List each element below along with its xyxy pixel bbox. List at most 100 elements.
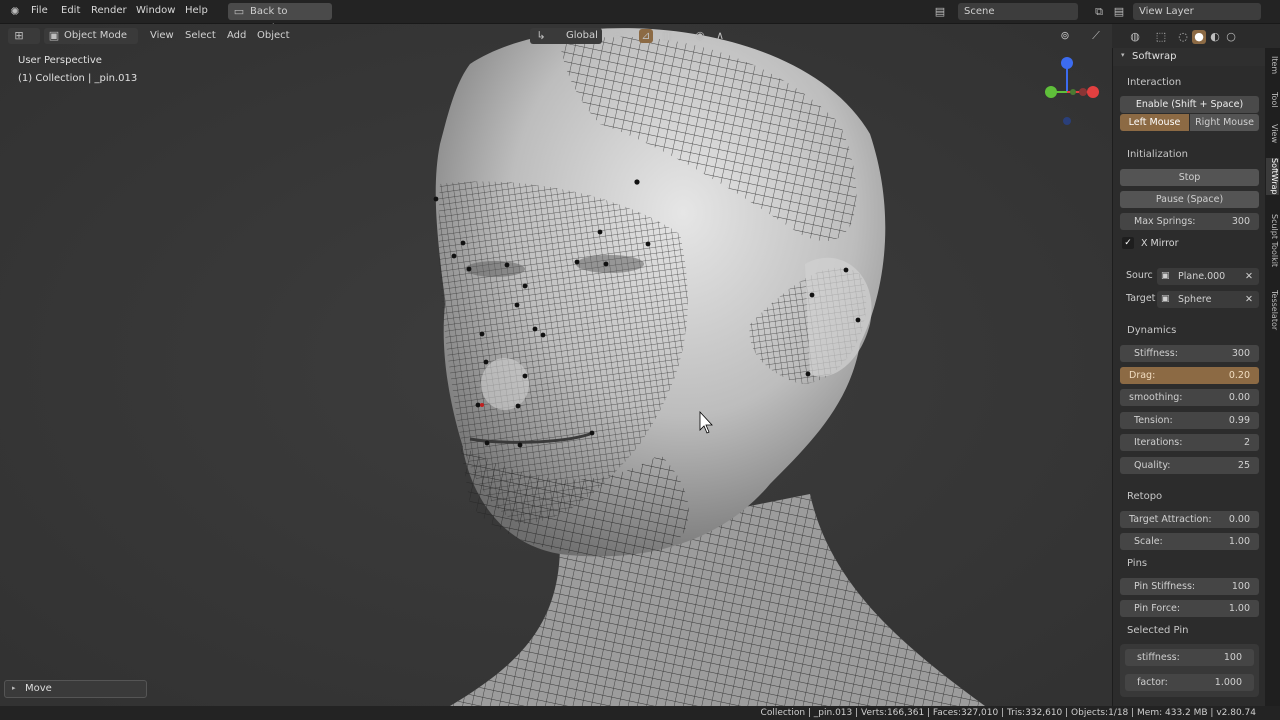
tension-field[interactable]: Tension: 0.99: [1120, 412, 1259, 429]
overlay-icon[interactable]: ◍: [1128, 30, 1142, 44]
max-springs-value: 300: [1231, 216, 1250, 227]
scene-label: Scene: [964, 6, 995, 17]
pivot-icon[interactable]: ⊕: [610, 29, 624, 43]
viewport-header: ⊞ ▣ Object Mode View Select Add Object ↳…: [0, 24, 1112, 48]
gizmo-toggle-icon[interactable]: ⟋: [1089, 29, 1103, 43]
pin-force-value: 1.00: [1228, 603, 1250, 614]
quality-field[interactable]: Quality: 25: [1120, 457, 1259, 474]
operator-panel-move[interactable]: ▸ Move: [4, 680, 147, 698]
drag-label: Drag:: [1129, 370, 1156, 381]
drag-field[interactable]: Drag: 0.20: [1120, 367, 1259, 384]
sidebar-tabs: Item Tool View SoftWrap Sculpt Toolkit T…: [1265, 48, 1280, 706]
tension-value: 0.99: [1228, 415, 1250, 426]
selected-pin-factor-field[interactable]: factor: 1.000: [1125, 674, 1254, 691]
quality-label: Quality:: [1134, 460, 1171, 471]
navigation-gizmo[interactable]: [1035, 52, 1105, 127]
wireframe-shading-icon[interactable]: ◌: [1176, 30, 1190, 44]
xray-icon[interactable]: ⬚: [1154, 30, 1168, 44]
menu-add[interactable]: Add: [227, 28, 246, 44]
falloff-icon[interactable]: ∧: [713, 29, 727, 43]
max-springs-label: Max Springs:: [1134, 216, 1196, 227]
scene-icon[interactable]: ▤: [933, 5, 947, 19]
max-springs-field[interactable]: Max Springs: 300: [1120, 213, 1259, 230]
snap-icon[interactable]: ⊿: [639, 29, 653, 43]
menu-render[interactable]: Render: [91, 5, 127, 16]
solid-shading-icon[interactable]: ●: [1192, 30, 1206, 44]
menu-view[interactable]: View: [150, 28, 174, 44]
expand-arrow-icon: ▸: [12, 684, 16, 692]
blender-logo-icon[interactable]: ✺: [8, 5, 22, 19]
target-attraction-label: Target Attraction:: [1129, 514, 1212, 525]
tab-view[interactable]: View: [1266, 124, 1279, 143]
enable-button[interactable]: Enable (Shift + Space): [1120, 96, 1259, 113]
source-object-field[interactable]: ▣ Plane.000 ✕: [1157, 268, 1259, 285]
proportional-edit-icon[interactable]: ◉: [693, 29, 707, 43]
object-icon: ▣: [1161, 271, 1170, 281]
target-object-field[interactable]: ▣ Sphere ✕: [1157, 291, 1259, 308]
menu-select[interactable]: Select: [185, 28, 216, 44]
copy-scene-icon[interactable]: ⧉: [1092, 5, 1106, 19]
scale-field[interactable]: Scale: 1.00: [1120, 533, 1259, 550]
pin-stiffness-field[interactable]: Pin Stiffness: 100: [1120, 578, 1259, 595]
menu-object[interactable]: Object: [257, 28, 290, 44]
pause-button[interactable]: Pause (Space): [1120, 191, 1259, 208]
x-mirror-label: X Mirror: [1141, 238, 1179, 249]
stiffness-field[interactable]: Stiffness: 300: [1120, 345, 1259, 362]
visibility-icon[interactable]: ⊚: [1058, 29, 1072, 43]
object-mode-dropdown[interactable]: ▣ Object Mode: [44, 28, 138, 44]
iterations-value: 2: [1243, 437, 1250, 448]
view-layer-selector[interactable]: View Layer: [1133, 3, 1261, 20]
scale-value: 1.00: [1228, 536, 1250, 547]
iterations-label: Iterations:: [1134, 437, 1183, 448]
x-mirror-checkbox[interactable]: ✓: [1122, 237, 1134, 249]
status-text: Collection | _pin.013 | Verts:166,361 | …: [760, 708, 1256, 718]
selected-pin-factor-label: factor:: [1137, 677, 1168, 688]
initialization-label: Initialization: [1127, 149, 1188, 160]
left-mouse-toggle[interactable]: Left Mouse: [1120, 114, 1189, 131]
pin-force-label: Pin Force:: [1134, 603, 1181, 614]
object-mode-label: Object Mode: [64, 30, 127, 41]
menu-help[interactable]: Help: [185, 5, 208, 16]
object-icon: ▣: [1161, 294, 1170, 304]
clear-source-icon[interactable]: ✕: [1245, 268, 1253, 285]
collapse-arrow-icon: ▾: [1121, 51, 1125, 59]
clear-target-icon[interactable]: ✕: [1245, 291, 1253, 308]
tab-item[interactable]: Item: [1266, 56, 1279, 74]
pin-stiffness-value: 100: [1231, 581, 1250, 592]
axis-icon: ↳: [536, 29, 546, 42]
back-to-previous-button[interactable]: ▭ Back to Previous: [228, 3, 332, 34]
menu-window[interactable]: Window: [136, 5, 175, 16]
grid-editor-icon: ⊞: [14, 29, 24, 42]
right-mouse-toggle[interactable]: Right Mouse: [1190, 114, 1259, 131]
smoothing-field[interactable]: smoothing: 0.00: [1120, 389, 1259, 406]
tab-tesselator[interactable]: Tesselator: [1266, 290, 1279, 330]
iterations-field[interactable]: Iterations: 2: [1120, 434, 1259, 451]
tab-tool[interactable]: Tool: [1266, 92, 1279, 108]
source-label: Sourc: [1126, 270, 1153, 281]
object-mode-icon: ▣: [48, 29, 60, 42]
pin-force-field[interactable]: Pin Force: 1.00: [1120, 600, 1259, 617]
scene-selector[interactable]: Scene: [958, 3, 1078, 20]
3d-viewport[interactable]: User Perspective (1) Collection | _pin.0…: [0, 24, 1112, 706]
shading-toolbar: ◍ ⬚ ◌ ● ◐ ○: [1120, 28, 1270, 46]
orientation-dropdown[interactable]: ↳ Global: [530, 28, 602, 44]
tab-softwrap[interactable]: SoftWrap: [1266, 158, 1279, 195]
snap-target-icon[interactable]: ▥: [660, 29, 674, 43]
softwrap-panel-header[interactable]: ▾ Softwrap: [1113, 48, 1266, 66]
head-sculpt-mesh[interactable]: [0, 24, 1112, 706]
rendered-shading-icon[interactable]: ○: [1224, 30, 1238, 44]
dynamics-label: Dynamics: [1127, 325, 1177, 336]
menu-edit[interactable]: Edit: [61, 5, 80, 16]
material-shading-icon[interactable]: ◐: [1208, 30, 1222, 44]
view-layer-label: View Layer: [1139, 6, 1194, 17]
selected-pin-stiffness-label: stiffness:: [1137, 652, 1180, 663]
target-label: Target: [1126, 293, 1156, 304]
selected-pin-stiffness-field[interactable]: stiffness: 100: [1125, 649, 1254, 666]
menu-file[interactable]: File: [31, 5, 48, 16]
orientation-label: Global: [566, 30, 598, 41]
tab-sculpt-toolkit[interactable]: Sculpt Toolkit: [1266, 214, 1279, 267]
editor-type-button[interactable]: ⊞: [8, 28, 40, 44]
stop-button[interactable]: Stop: [1120, 169, 1259, 186]
target-attraction-field[interactable]: Target Attraction: 0.00: [1120, 511, 1259, 528]
view-layer-icon[interactable]: ▤: [1112, 5, 1126, 19]
